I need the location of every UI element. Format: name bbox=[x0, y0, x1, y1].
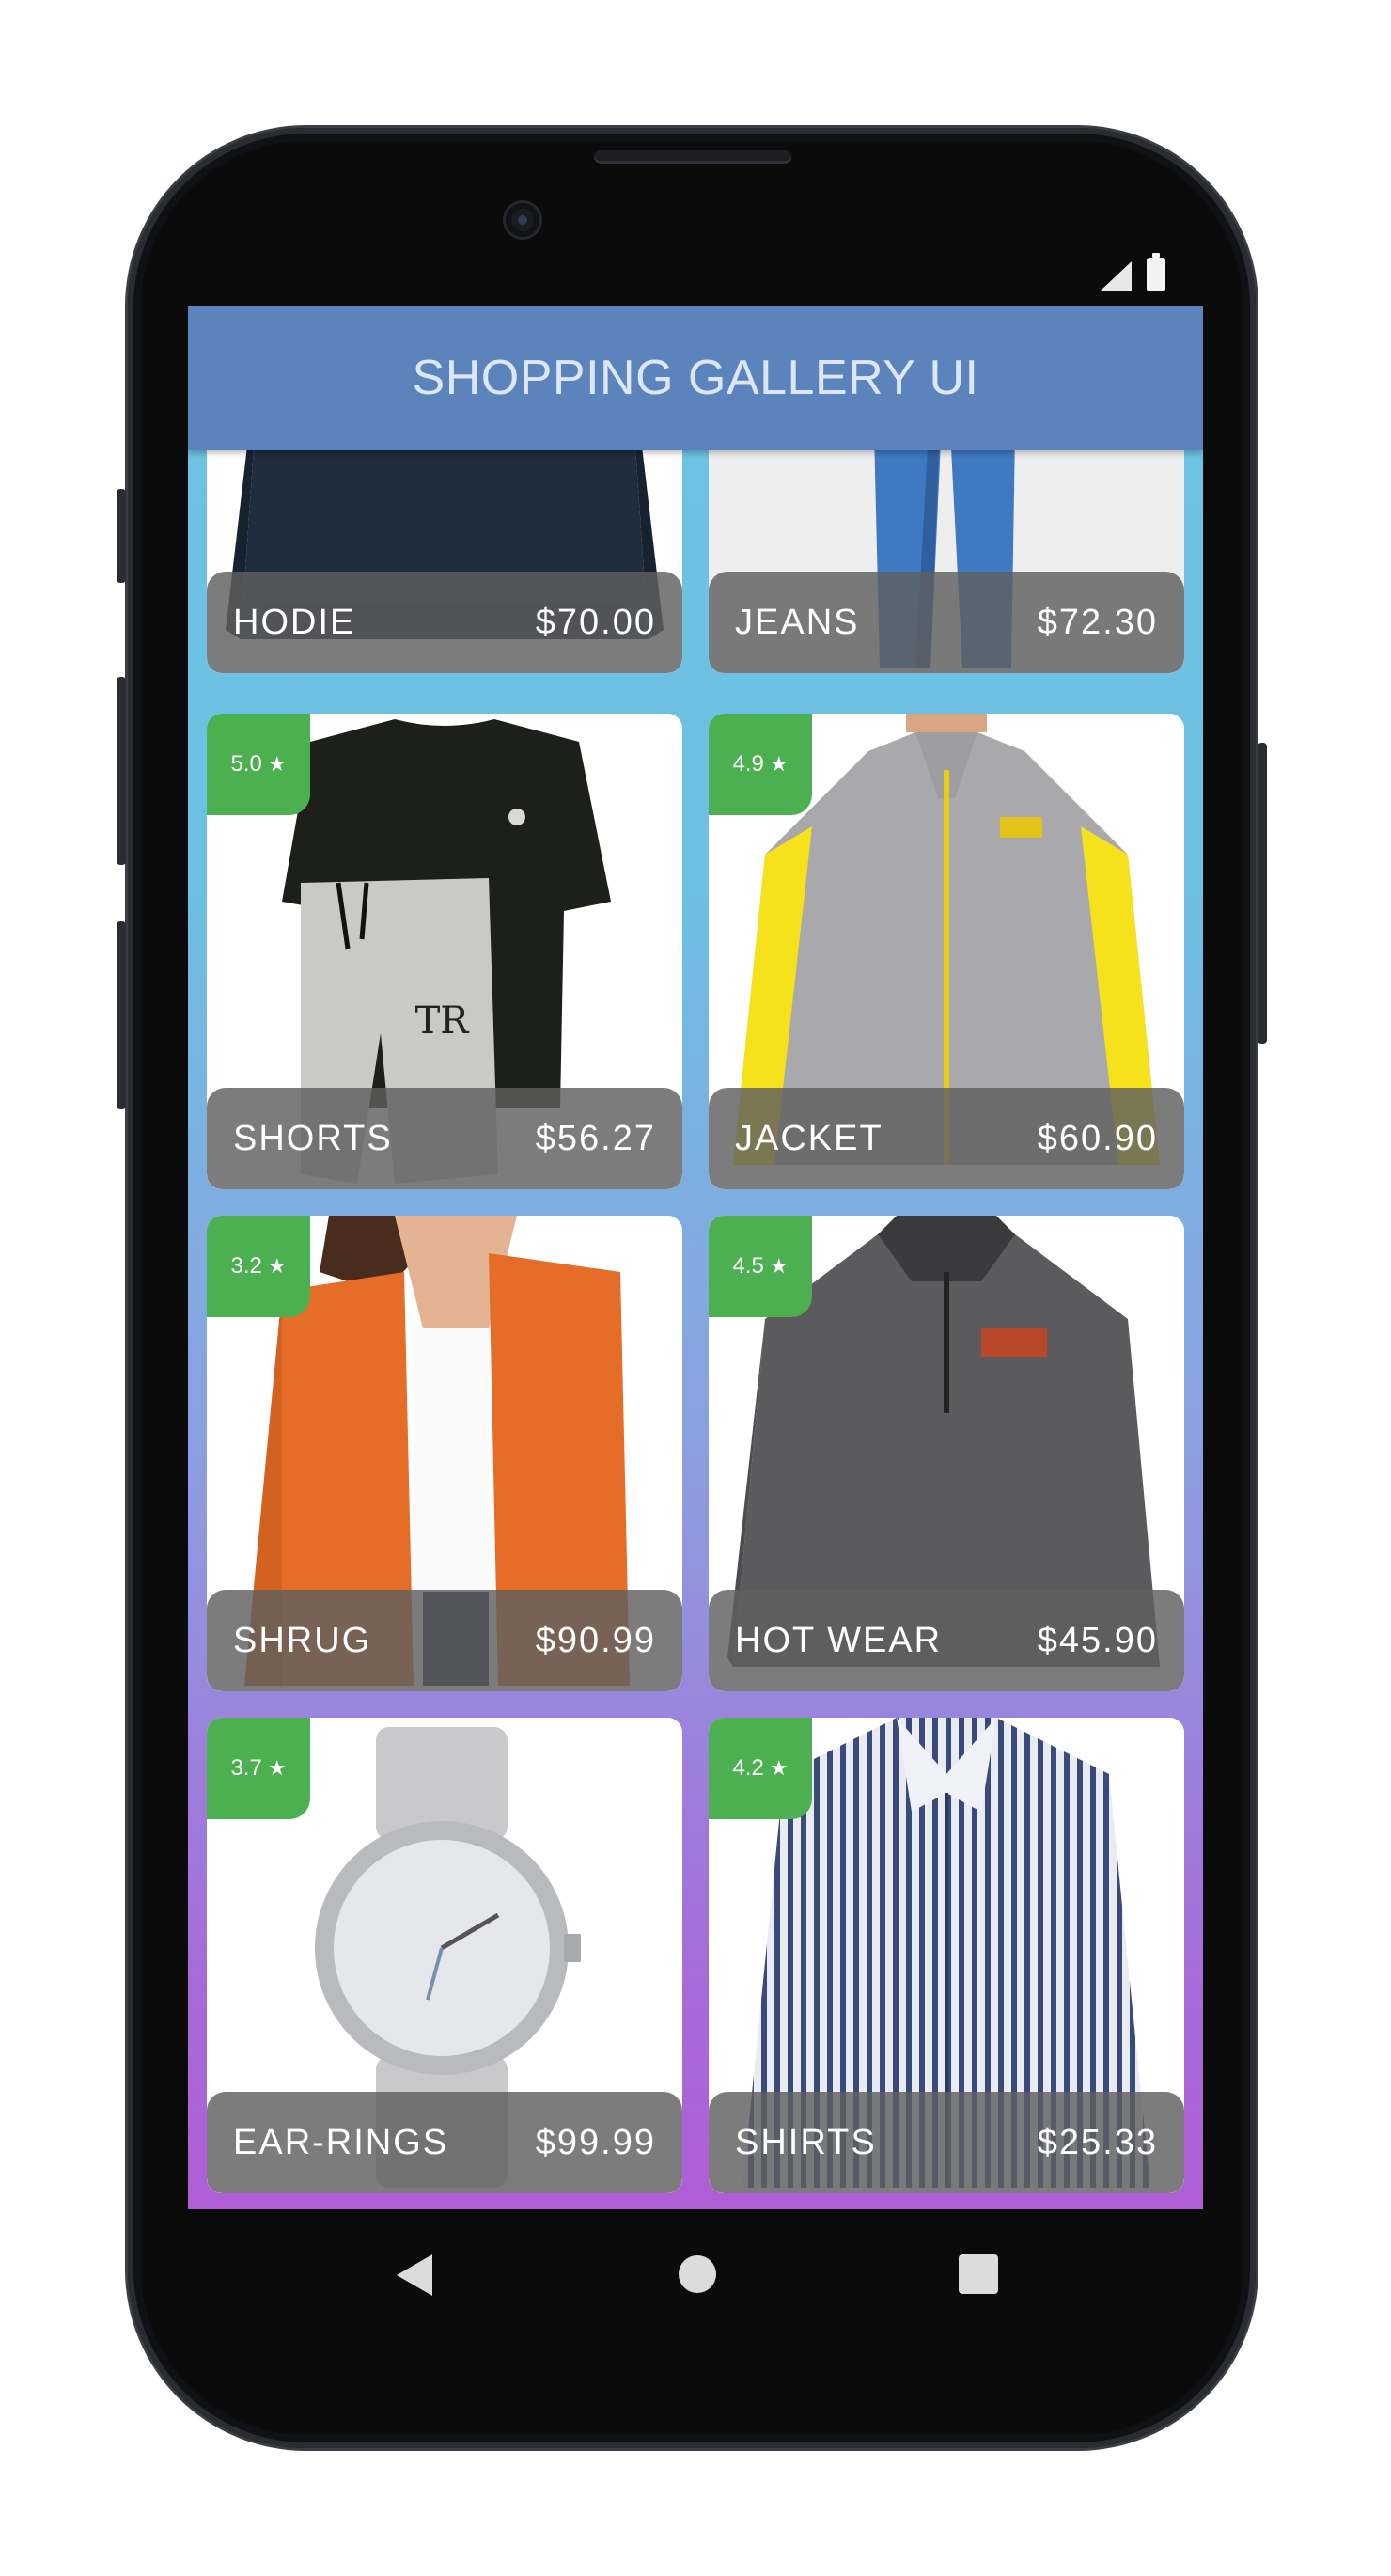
product-name: HODIE bbox=[233, 602, 356, 642]
product-caption: JACKET $60.90 bbox=[709, 1088, 1184, 1189]
volume-up-button bbox=[117, 677, 126, 865]
product-card-hot-wear[interactable]: 4.5 ★ HOT WEAR $45.90 bbox=[709, 1216, 1184, 1691]
star-icon: ★ bbox=[267, 1254, 287, 1278]
signal-icon bbox=[1100, 261, 1132, 291]
product-caption: JEANS $72.30 bbox=[709, 572, 1184, 673]
product-card-jacket[interactable]: 4.9 ★ JACKET $60.90 bbox=[709, 714, 1184, 1189]
product-price: $70.00 bbox=[535, 602, 656, 642]
star-icon: ★ bbox=[769, 1254, 789, 1278]
product-caption: HODIE $70.00 bbox=[207, 572, 682, 673]
earpiece-speaker bbox=[594, 150, 791, 164]
product-grid[interactable]: HODIE $70.00 JEANS $72.30 TR 5.0 ★ SHORT… bbox=[188, 306, 1203, 2209]
rating-value: 4.9 bbox=[732, 751, 764, 777]
product-price: $45.90 bbox=[1037, 1620, 1158, 1660]
product-price: $72.30 bbox=[1037, 602, 1158, 642]
product-name: SHIRTS bbox=[735, 2122, 877, 2162]
product-price: $99.99 bbox=[535, 2122, 656, 2162]
star-icon: ★ bbox=[267, 752, 287, 776]
product-price: $56.27 bbox=[535, 1118, 656, 1158]
rating-value: 4.5 bbox=[732, 1253, 764, 1279]
product-price: $90.99 bbox=[535, 1620, 656, 1660]
product-name: SHRUG bbox=[233, 1620, 372, 1660]
product-caption: SHIRTS $25.33 bbox=[709, 2092, 1184, 2193]
product-card-ear-rings[interactable]: 3.7 ★ EAR-RINGS $99.99 bbox=[207, 1718, 682, 2193]
rating-value: 4.2 bbox=[732, 1755, 764, 1781]
back-icon[interactable] bbox=[397, 2254, 432, 2296]
rating-badge: 3.2 ★ bbox=[207, 1216, 310, 1317]
product-name: JACKET bbox=[735, 1118, 883, 1158]
rating-value: 3.2 bbox=[230, 1253, 262, 1279]
product-price: $25.33 bbox=[1037, 2122, 1158, 2162]
front-camera bbox=[506, 203, 539, 237]
product-caption: HOT WEAR $45.90 bbox=[709, 1590, 1184, 1691]
product-card-shirts[interactable]: 4.2 ★ SHIRTS $25.33 bbox=[709, 1718, 1184, 2193]
battery-icon bbox=[1147, 253, 1165, 291]
recents-icon[interactable] bbox=[959, 2254, 998, 2294]
product-caption: SHORTS $56.27 bbox=[207, 1088, 682, 1189]
product-name: EAR-RINGS bbox=[233, 2122, 449, 2162]
star-icon: ★ bbox=[267, 1756, 287, 1780]
product-caption: EAR-RINGS $99.99 bbox=[207, 2092, 682, 2193]
rating-badge: 4.2 ★ bbox=[709, 1718, 812, 1819]
product-name: HOT WEAR bbox=[735, 1620, 943, 1660]
rating-value: 3.7 bbox=[230, 1755, 262, 1781]
app-bar: SHOPPING GALLERY UI bbox=[188, 306, 1203, 450]
app-screen: SHOPPING GALLERY UI HODIE $70.00 JEANS $… bbox=[188, 306, 1203, 2209]
rating-badge: 4.5 ★ bbox=[709, 1216, 812, 1317]
product-card-shorts[interactable]: TR 5.0 ★ SHORTS $56.27 bbox=[207, 714, 682, 1189]
product-name: SHORTS bbox=[233, 1118, 393, 1158]
star-icon: ★ bbox=[769, 1756, 789, 1780]
app-title: SHOPPING GALLERY UI bbox=[412, 351, 979, 405]
power-button bbox=[1258, 743, 1267, 1044]
product-card-shrug[interactable]: 3.2 ★ SHRUG $90.99 bbox=[207, 1216, 682, 1691]
home-icon[interactable] bbox=[679, 2255, 716, 2293]
rating-badge: 4.9 ★ bbox=[709, 714, 812, 815]
rating-badge: 3.7 ★ bbox=[207, 1718, 310, 1819]
volume-down-button bbox=[117, 921, 126, 1109]
product-price: $60.90 bbox=[1037, 1118, 1158, 1158]
mute-switch bbox=[117, 489, 126, 583]
product-caption: SHRUG $90.99 bbox=[207, 1590, 682, 1691]
rating-badge: 5.0 ★ bbox=[207, 714, 310, 815]
svg-text:TR: TR bbox=[415, 999, 471, 1043]
rating-value: 5.0 bbox=[230, 751, 262, 777]
product-name: JEANS bbox=[735, 602, 860, 642]
star-icon: ★ bbox=[769, 752, 789, 776]
